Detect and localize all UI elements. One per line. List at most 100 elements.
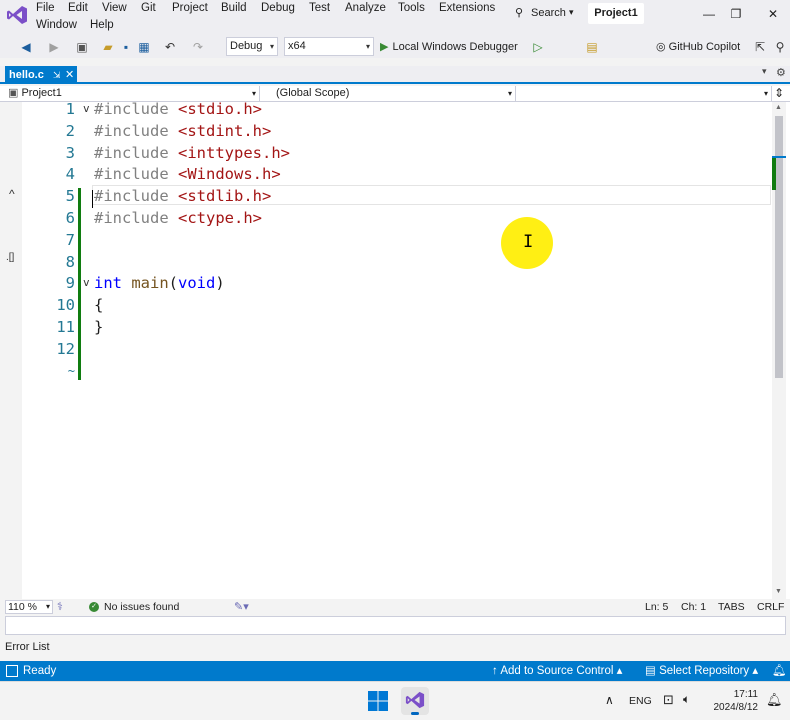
code-line[interactable]: 3 #include <inttypes.h> — [22, 142, 772, 164]
line-number: 6 — [65, 209, 75, 227]
pin-icon[interactable]: ⇲ — [53, 66, 61, 84]
code-text[interactable]: #include <stdlib.h> — [94, 185, 271, 207]
line-number: 4 — [65, 165, 75, 184]
code-text[interactable]: #include <ctype.h> — [94, 207, 262, 229]
diagnostics-icon[interactable]: ▤ — [584, 39, 600, 55]
open-folder-icon[interactable]: ▰ — [100, 39, 116, 55]
feedback-icon[interactable]: ⚲ — [772, 39, 788, 55]
fold-toggle-icon[interactable]: v — [83, 272, 90, 294]
code-line[interactable]: 10 { — [22, 294, 772, 316]
error-list-panel[interactable] — [5, 616, 786, 635]
scroll-up-icon[interactable]: ▲ — [775, 104, 782, 111]
tab-label: hello.c — [9, 69, 44, 81]
menu-file[interactable]: File — [36, 2, 55, 14]
network-icon[interactable]: ⊡ — [663, 692, 674, 708]
add-to-source-control-button[interactable]: ↑ Add to Source Control ▴ — [492, 661, 622, 681]
taskbar-visual-studio-button[interactable] — [401, 687, 429, 715]
menu-extensions[interactable]: Extensions — [439, 2, 495, 14]
new-project-icon[interactable]: ▣ — [74, 39, 90, 55]
vertical-scrollbar[interactable]: ▲ ▼ — [772, 102, 786, 599]
back-arrow-icon[interactable]: ◀ — [18, 39, 34, 55]
project-icon: ▣ — [8, 87, 22, 99]
code-line[interactable]: 5 #include <stdlib.h> — [22, 185, 772, 207]
menu-build[interactable]: Build — [221, 2, 247, 14]
code-text[interactable]: } — [94, 316, 103, 338]
code-text[interactable]: #include <Windows.h> — [94, 163, 281, 185]
menu-help[interactable]: Help — [90, 19, 114, 31]
code-text[interactable]: #include <stdint.h> — [94, 120, 271, 142]
code-line[interactable]: 12 — [22, 338, 772, 360]
notifications-bell-icon[interactable]: 🔔︎ — [772, 661, 787, 681]
close-icon[interactable]: ✕ — [65, 66, 74, 84]
configuration-dropdown[interactable]: Debug ▾ — [226, 37, 278, 56]
code-text[interactable]: #include <inttypes.h> — [94, 142, 290, 164]
code-line[interactable]: 1 v #include <stdio.h> — [22, 98, 772, 120]
select-repository-button[interactable]: ▤ Select Repository ▴ — [645, 661, 758, 681]
gutter-caret: ^ — [9, 187, 15, 201]
save-icon[interactable]: ▪ — [118, 39, 134, 55]
windows-start-icon[interactable] — [368, 691, 388, 711]
line-number: 2 — [65, 121, 75, 140]
bottom-tool-panel: Error List — [0, 615, 790, 660]
platform-dropdown[interactable]: x64 ▾ — [284, 37, 374, 56]
redo-icon[interactable]: ↷ — [190, 39, 206, 55]
code-text[interactable]: #include <stdio.h> — [94, 98, 262, 120]
chevron-down-icon: ▾ — [45, 602, 50, 611]
share-icon[interactable]: ⇱ — [752, 39, 768, 55]
gutter-marker: .[] — [6, 252, 15, 263]
tab-error-list[interactable]: Error List — [5, 641, 50, 653]
notification-center-icon[interactable]: 🔔︎ — [766, 692, 783, 708]
menu-git[interactable]: Git — [141, 2, 156, 14]
code-cleanup-icon[interactable]: ✎▾ — [234, 599, 249, 615]
line-ending-indicator[interactable]: CRLF — [757, 599, 784, 615]
show-hidden-icons-icon[interactable]: ∧ — [605, 693, 614, 707]
chevron-down-icon: ▾ — [269, 42, 274, 51]
code-line[interactable]: 2 #include <stdint.h> — [22, 120, 772, 142]
menu-view[interactable]: View — [102, 2, 127, 14]
code-editor[interactable]: ^ .[] 1 v #include <stdio.h> 2 #include <std… — [0, 100, 790, 599]
volume-icon[interactable]: 🔈︎ — [683, 692, 690, 707]
menu-debug[interactable]: Debug — [261, 2, 295, 14]
close-window-button[interactable]: ✕ — [760, 4, 786, 24]
menu-window[interactable]: Window — [36, 19, 77, 31]
solution-name-badge[interactable]: Project1 — [588, 3, 644, 24]
issues-status[interactable]: No issues found — [104, 599, 179, 615]
start-debugging-button[interactable]: ▶ Local Windows Debugger — [380, 38, 518, 56]
fold-toggle-icon[interactable]: v — [83, 98, 90, 120]
github-copilot-button[interactable]: ◎ GitHub Copilot — [656, 38, 740, 56]
code-line[interactable]: 7 — [22, 229, 772, 251]
clock[interactable]: 17:11 2024/8/12 — [708, 688, 759, 714]
code-line[interactable]: 9 v int main(void) — [22, 272, 772, 294]
code-area[interactable]: 1 v #include <stdio.h> 2 #include <stdint.h>… — [22, 100, 772, 599]
start-without-debugging-icon[interactable]: ▷ — [530, 39, 546, 55]
standard-toolbar: ◀ ▶ ▣ ▰ ▪ ▦ ↶ ↷ Debug ▾ x64 ▾ ▶ Local Win… — [0, 36, 790, 58]
forward-arrow-icon[interactable]: ▶ — [46, 39, 62, 55]
gear-icon[interactable]: ⚙ — [776, 66, 786, 79]
code-line[interactable]: 8 — [22, 251, 772, 273]
column-indicator[interactable]: Ch: 1 — [681, 599, 706, 615]
menu-analyze[interactable]: Analyze — [345, 2, 386, 14]
search-button[interactable]: ⚲ Search ▾ — [513, 5, 579, 23]
tab-overflow-icon[interactable]: ▾ — [762, 66, 767, 77]
code-line[interactable]: 11} — [22, 316, 772, 338]
split-editor-icon[interactable]: ⇕ — [774, 86, 784, 101]
zoom-dropdown[interactable]: 110 % ▾ — [5, 600, 53, 614]
scroll-down-icon[interactable]: ▼ — [775, 588, 782, 595]
menu-test[interactable]: Test — [309, 2, 330, 14]
code-text[interactable]: int main(void) — [94, 272, 225, 294]
indent-mode-indicator[interactable]: TABS — [718, 599, 745, 615]
minimize-button[interactable]: — — [696, 4, 722, 24]
undo-icon[interactable]: ↶ — [162, 39, 178, 55]
save-all-icon[interactable]: ▦ — [136, 39, 152, 55]
menu-edit[interactable]: Edit — [68, 2, 88, 14]
input-language-indicator[interactable]: ENG — [629, 695, 652, 707]
line-indicator[interactable]: Ln: 5 — [645, 599, 668, 615]
menu-project[interactable]: Project — [172, 2, 208, 14]
code-health-icon[interactable]: ⚕ — [57, 599, 63, 615]
tab-hello-c[interactable]: hello.c ⇲ ✕ — [5, 66, 77, 84]
code-line[interactable]: 4 #include <Windows.h> — [22, 163, 772, 185]
code-line[interactable]: 6 #include <ctype.h> — [22, 207, 772, 229]
menu-tools[interactable]: Tools — [398, 2, 425, 14]
restore-button[interactable]: ❐ — [723, 4, 749, 24]
code-text[interactable]: { — [94, 294, 103, 316]
